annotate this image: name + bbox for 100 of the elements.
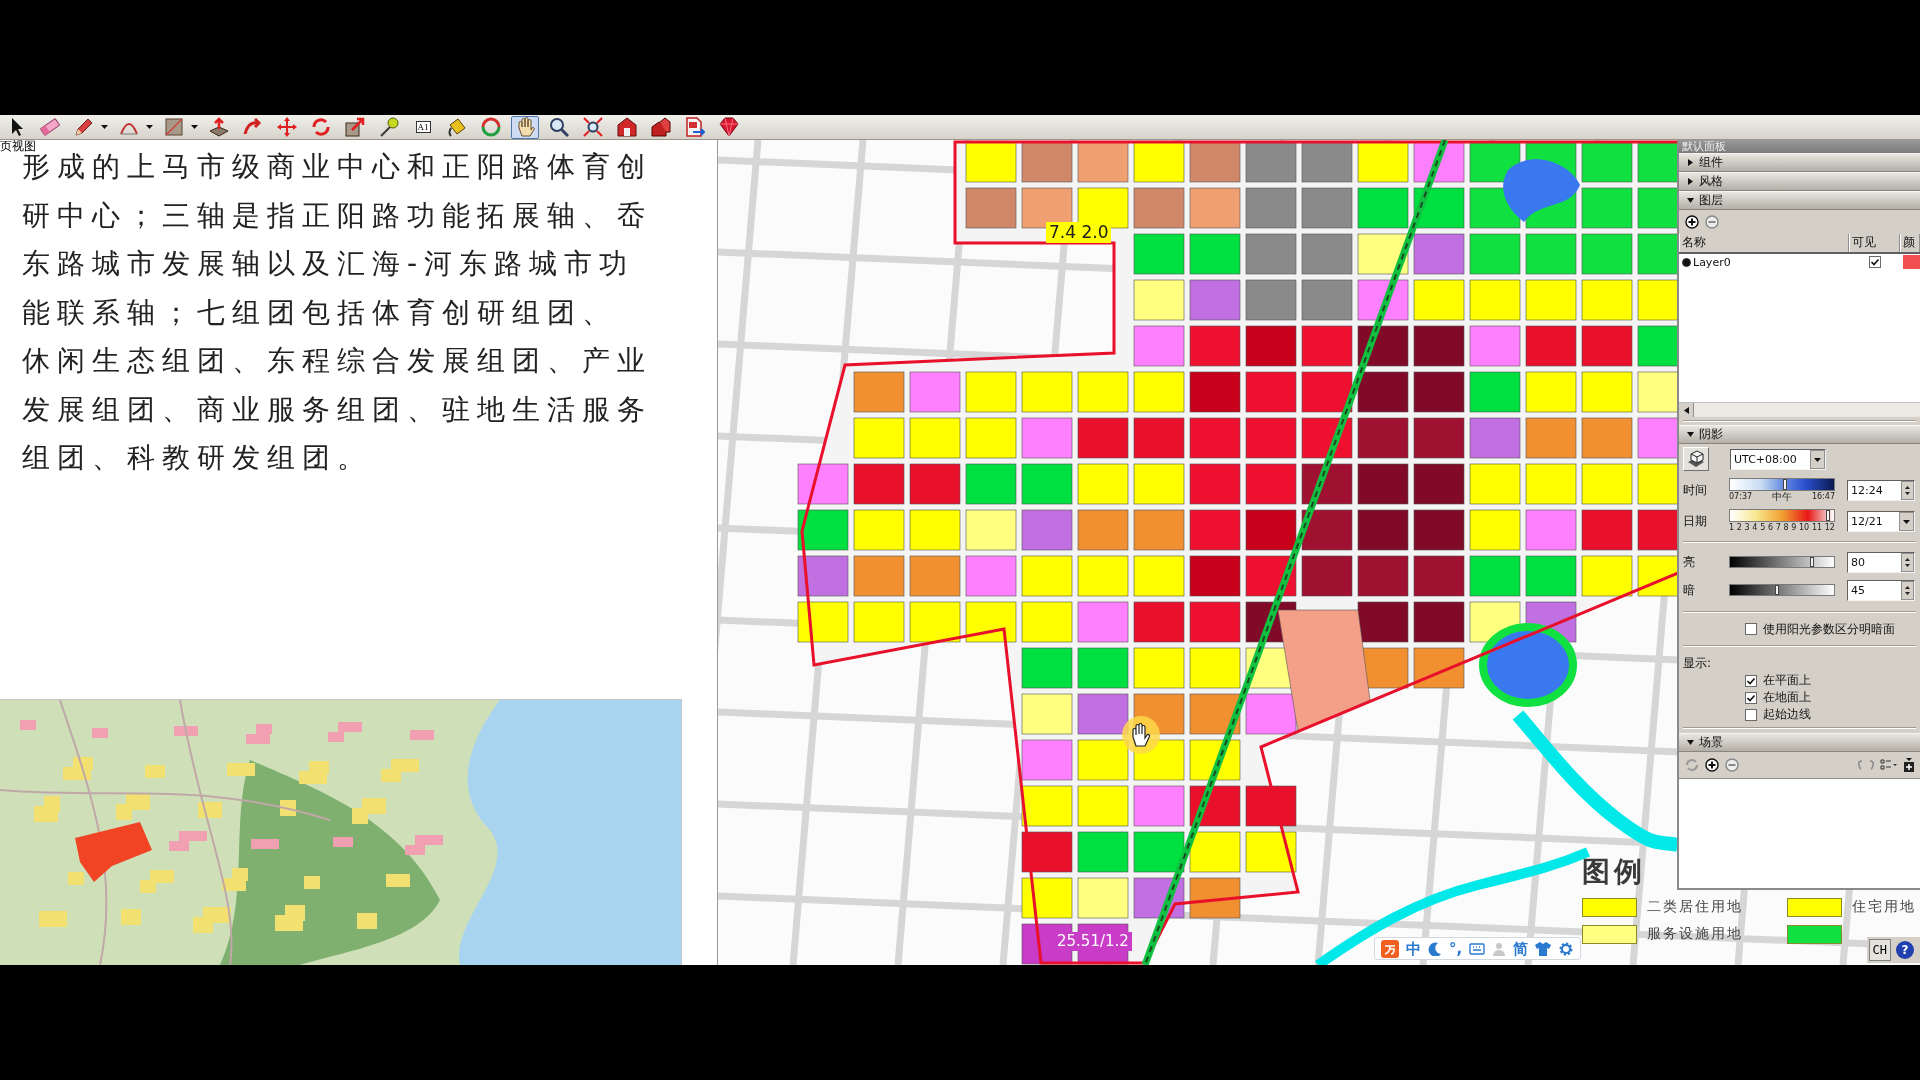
tick-label: 5 bbox=[1760, 523, 1766, 533]
checkbox-label: 起始边线 bbox=[1763, 706, 1811, 723]
field-label: 暗 bbox=[1683, 581, 1696, 599]
tick-label: 1 bbox=[1729, 523, 1735, 533]
scroll-left-icon[interactable] bbox=[1683, 406, 1689, 414]
time-field[interactable]: 12:24 bbox=[1847, 479, 1915, 501]
slider-thumb[interactable] bbox=[1810, 557, 1814, 567]
legend-label: 服务设施用地 bbox=[1647, 925, 1743, 943]
field-label: 日期 bbox=[1683, 512, 1708, 530]
date-field[interactable]: 12/21 bbox=[1847, 510, 1915, 532]
section-header[interactable]: 组件 bbox=[1679, 153, 1920, 172]
legend-title: 图例 bbox=[1582, 856, 1647, 888]
cube-shadow-icon bbox=[1686, 450, 1706, 468]
checkbox[interactable] bbox=[1745, 674, 1757, 687]
caret-icon bbox=[190, 125, 198, 129]
remove-icon[interactable] bbox=[1725, 758, 1739, 772]
add-icon[interactable] bbox=[1705, 758, 1719, 772]
document-arrow-icon bbox=[685, 117, 705, 137]
color-swatch[interactable] bbox=[1903, 255, 1920, 269]
paint-bucket-icon bbox=[447, 117, 467, 137]
tick-label: 07:37 bbox=[1729, 492, 1753, 502]
checkbox[interactable] bbox=[1745, 691, 1757, 704]
four-way-arrow-icon bbox=[277, 117, 297, 137]
slider-thumb[interactable] bbox=[1783, 479, 1787, 490]
checkbox-label: 使用阳光参数区分明暗面 bbox=[1763, 620, 1895, 638]
ime-logo-icon[interactable] bbox=[1381, 939, 1399, 958]
add-icon[interactable] bbox=[1685, 215, 1699, 229]
box-arrow-icon bbox=[209, 117, 229, 137]
light-field[interactable]: 80 bbox=[1847, 551, 1915, 573]
radio-button[interactable] bbox=[1682, 257, 1691, 267]
shirt-icon[interactable] bbox=[1535, 940, 1552, 957]
keyboard-icon[interactable] bbox=[1469, 940, 1486, 957]
panel-add-icon[interactable] bbox=[1904, 758, 1914, 772]
tick-label: 中午 bbox=[1772, 492, 1792, 502]
orbit-icon bbox=[481, 117, 501, 137]
paragraph: 形成的上马市级商业中心和正阳路体育创 研中心；三轴是指正阳路功能拓展轴、岙 东路城市发展轴以及汇海-河东路城市功 能联系轴；七组团包括体育创研组团、 休闲生态组团、东程综合发展组团、产业 发展组团、商业服务组团、驻地生活服务 组团、科教研发组团。 bbox=[22, 153, 653, 473]
gem-icon bbox=[719, 117, 739, 137]
hand-cursor-icon bbox=[1121, 715, 1161, 755]
tray-title: 默认面板 bbox=[1679, 140, 1920, 153]
light-slider[interactable] bbox=[1729, 556, 1835, 568]
spinner-icon[interactable] bbox=[1901, 552, 1914, 572]
remove-icon[interactable] bbox=[1705, 215, 1719, 229]
shadow-toggle-button[interactable] bbox=[1683, 447, 1709, 471]
rectangle-icon bbox=[164, 117, 184, 137]
section-header[interactable]: 图层 bbox=[1679, 191, 1920, 210]
building-stack-icon bbox=[651, 117, 671, 137]
ime-toggle[interactable]: 中 bbox=[1406, 939, 1421, 958]
list-view-icon[interactable] bbox=[1880, 759, 1898, 771]
help-button[interactable]: ? bbox=[1896, 941, 1914, 959]
dark-slider[interactable] bbox=[1729, 584, 1835, 596]
tick-label: 3 bbox=[1744, 523, 1750, 533]
parcel-label: 7.4 2.0 bbox=[1046, 222, 1112, 243]
horizontal-scrollbar[interactable] bbox=[1679, 402, 1920, 417]
building-icon bbox=[617, 117, 637, 137]
checkbox[interactable] bbox=[1745, 623, 1757, 635]
time-slider[interactable] bbox=[1729, 478, 1835, 491]
caret-icon bbox=[145, 125, 153, 129]
field-label: 时间 bbox=[1683, 481, 1708, 499]
slider-thumb[interactable] bbox=[1775, 585, 1779, 595]
ime-toggle[interactable]: °, bbox=[1449, 939, 1463, 958]
column-header[interactable]: 可见 bbox=[1849, 234, 1900, 252]
tick-label: 4 bbox=[1752, 523, 1758, 533]
tick-label: 12 bbox=[1824, 523, 1835, 533]
spinner-icon[interactable] bbox=[1901, 580, 1914, 600]
slider-thumb[interactable] bbox=[1826, 510, 1830, 521]
text-tool-button[interactable]: A1 bbox=[409, 115, 437, 139]
section-header[interactable]: 场景 bbox=[1679, 733, 1920, 752]
hand-icon bbox=[515, 117, 535, 137]
column-header[interactable]: 名称 bbox=[1679, 234, 1849, 252]
dark-field[interactable]: 45 bbox=[1847, 579, 1915, 601]
checkbox[interactable] bbox=[1868, 256, 1881, 268]
tick-label: 8 bbox=[1783, 523, 1789, 533]
section-header[interactable]: 阴影 bbox=[1679, 425, 1920, 444]
checkbox-label: 在平面上 bbox=[1763, 672, 1811, 689]
magnifier-arrows-icon bbox=[583, 117, 603, 137]
resize-box-icon bbox=[345, 117, 365, 137]
date-slider[interactable] bbox=[1729, 509, 1835, 522]
legend-label: 二类居住用地 bbox=[1647, 898, 1743, 916]
settings-icon[interactable] bbox=[1558, 940, 1575, 957]
language-indicator[interactable]: CH bbox=[1868, 939, 1891, 961]
moon-icon[interactable] bbox=[1428, 941, 1442, 956]
ime-toggle[interactable]: 简 bbox=[1513, 939, 1529, 958]
layer-name[interactable]: Layer0 bbox=[1693, 255, 1731, 269]
tick-label: 7 bbox=[1775, 523, 1781, 533]
timezone-dropdown[interactable]: UTC+08:00 bbox=[1730, 448, 1826, 470]
checkbox[interactable] bbox=[1745, 708, 1757, 721]
field-label: 亮 bbox=[1683, 553, 1696, 571]
tick-label: 11 bbox=[1811, 523, 1823, 533]
spinner-icon[interactable] bbox=[1901, 480, 1914, 500]
tick-label: 16:47 bbox=[1811, 492, 1835, 502]
view-label: 页视图 bbox=[0, 140, 36, 153]
tick-label: 9 bbox=[1791, 523, 1797, 533]
column-header[interactable]: 颜 bbox=[1900, 234, 1920, 252]
circular-arrows-icon bbox=[311, 117, 331, 137]
section-label: 显示: bbox=[1683, 654, 1712, 672]
section-header[interactable]: 风格 bbox=[1679, 172, 1920, 191]
caret-icon bbox=[100, 125, 108, 129]
eraser-icon bbox=[40, 117, 60, 137]
tape-measure-icon bbox=[379, 117, 399, 137]
checkbox-label: 在地面上 bbox=[1763, 689, 1811, 706]
